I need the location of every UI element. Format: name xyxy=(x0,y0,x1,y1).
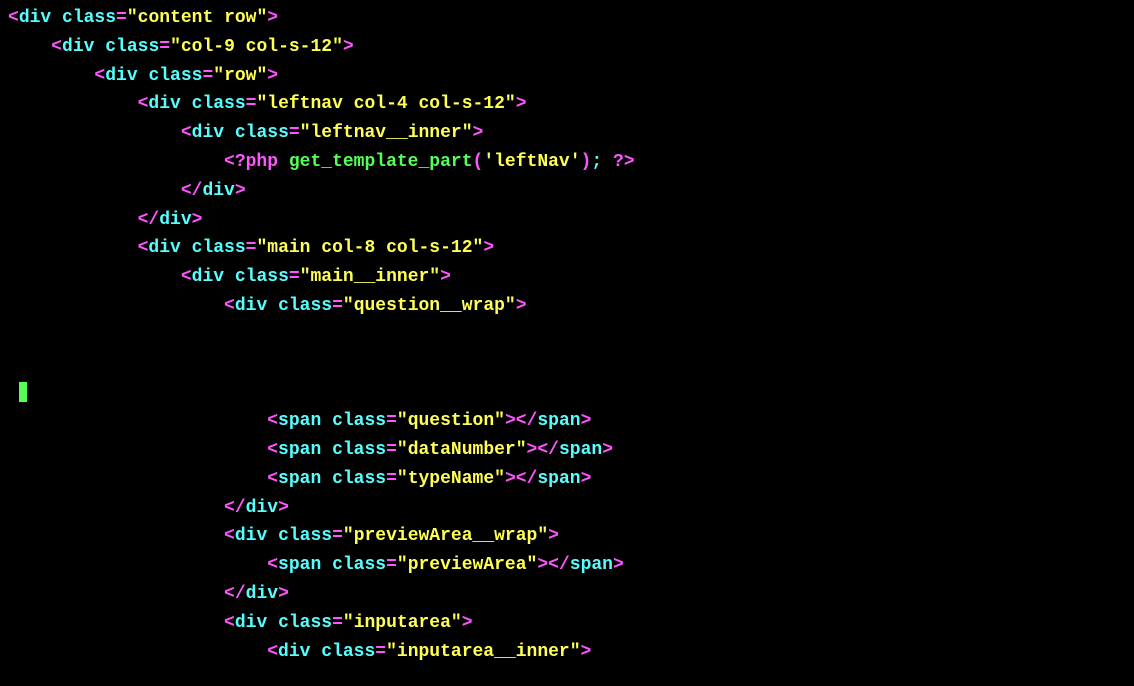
code-line: <?php get_template_part('leftNav'); ?> xyxy=(8,148,1126,177)
code-line: <div class="previewArea__wrap"> xyxy=(8,522,1126,551)
code-line xyxy=(8,321,1126,350)
code-line: <div class="leftnav col-4 col-s-12"> xyxy=(8,90,1126,119)
code-line: </div> xyxy=(8,177,1126,206)
code-line: <div class="main__inner"> xyxy=(8,263,1126,292)
code-line: <div class="col-9 col-s-12"> xyxy=(8,33,1126,62)
code-line: <div class="main col-8 col-s-12"> xyxy=(8,234,1126,263)
code-line: <div class="content row"> xyxy=(8,4,1126,33)
code-editor[interactable]: <div class="content row"> <div class="co… xyxy=(8,4,1126,666)
code-line: <span class="previewArea"></span> xyxy=(8,551,1126,580)
code-line: <div class="question__wrap"> xyxy=(8,292,1126,321)
code-line: <div class="inputarea__inner"> xyxy=(8,638,1126,667)
code-line: </div> xyxy=(8,206,1126,235)
code-line: <div class="leftnav__inner"> xyxy=(8,119,1126,148)
code-line: <div class="row"> xyxy=(8,62,1126,91)
code-line: <div class="inputarea"> xyxy=(8,609,1126,638)
code-line xyxy=(8,350,1126,379)
code-line: <span class="dataNumber"></span> xyxy=(8,436,1126,465)
code-line: <span class="question"></span> xyxy=(8,407,1126,436)
code-line: </div> xyxy=(8,494,1126,523)
code-line: </div> xyxy=(8,580,1126,609)
code-line: <span class="typeName"></span> xyxy=(8,465,1126,494)
cursor-line xyxy=(8,378,1126,407)
text-cursor-icon xyxy=(19,382,28,403)
